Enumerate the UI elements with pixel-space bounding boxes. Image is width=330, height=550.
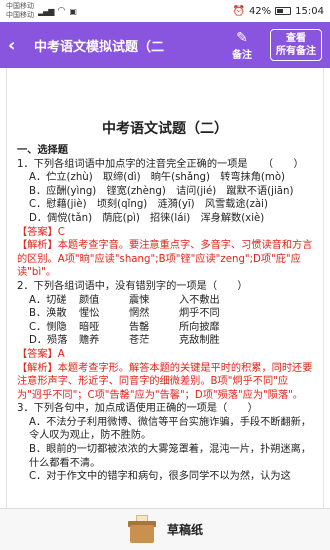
wifi-icon: ◠ [57, 6, 66, 16]
q2-a-word-4: 入不敷出 [179, 294, 220, 306]
status-bar: 中国移动 中国移动 ▂▄▆ ◠ ▣ ⏰ 42% 15:04 [0, 0, 330, 22]
signal-icon: ▂▄▆ [38, 6, 55, 16]
carrier-1: 中国移动 [6, 2, 34, 10]
q2-analysis: 【解析】本题考查字形。解答本题的关键是平时的积累，同时还要注意形声字、形近字、同… [17, 362, 313, 401]
q2-c-word-1: C．恻隐 [29, 321, 67, 333]
q1-option-a: A．伫立(zhù) 取缔(dì) 晌午(shǎng) 转弯抹角(mò) [29, 172, 286, 184]
q2-answer: 【答案】A [17, 348, 65, 360]
q3-option-a: A．不法分子利用微博、微信等平台实施诈骗，手段不断翻新，令人叹为观止，防不胜防。 [29, 416, 312, 442]
view-all-notes-button[interactable]: 查看 所有备注 [270, 29, 322, 61]
alarm-icon: ⏰ [232, 5, 245, 17]
q2-b-word-3: 惘然 [129, 308, 150, 320]
document-title: 中考语文试题（二） [102, 120, 228, 136]
q2-d-word-3: 苍茫 [129, 335, 150, 347]
notification-icon: ▣ [69, 6, 77, 16]
status-right: ⏰ 42% 15:04 [232, 6, 324, 17]
clock: 15:04 [295, 5, 324, 17]
view-all-line1: 查看 [286, 33, 306, 44]
q2-option-a: A．切磋 颜值 震悚 入不敷出 [17, 294, 313, 308]
q3-option-c: C．对于作文中的错字和病句，很多同学不以为然，认为这 [29, 471, 291, 483]
q2-d-word-1: D．殒落 [29, 335, 68, 347]
q1-option-c: C．慰藉(jiè) 顷刻(qǐng) 涟漪(yī) 风雪载途(zài) [29, 199, 268, 211]
q2-option-b: B．涣散 惺忪 惘然 炯乎不同 [17, 307, 313, 321]
page-title: 中考语文模拟试题（二 [34, 38, 165, 54]
q2-c-word-4: 所向披靡 [179, 321, 220, 333]
q3-option-b: B．眼前的一切都被浓浓的大雾笼罩着，混沌一片，扑朔迷离，什么都看不清。 [29, 444, 312, 469]
q2-a-word-2: 颜值 [79, 294, 100, 306]
app-bar: ‹ 中考语文模拟试题（二 ✎ 备注 查看 所有备注 [0, 22, 330, 68]
note-button[interactable]: ✎ 备注 [222, 30, 262, 61]
pencil-note-icon: ✎ [236, 29, 248, 46]
q1-analysis: 【解析】本题考查字音。要注意重点字、多音字、习惯读音和方言的区别。A项"晌"应读… [17, 240, 313, 279]
back-arrow-icon[interactable]: ‹ [8, 35, 30, 56]
question-1-stem: 1．下列各组词语中加点字的注音完全正确的一项是 （ ） [17, 158, 304, 170]
battery-percent: 42% [248, 5, 272, 17]
q2-c-word-2: 暗哑 [79, 321, 100, 333]
view-all-line2: 所有备注 [276, 46, 316, 57]
q1-answer: 【答案】C [17, 226, 65, 238]
section-heading: 一、选择题 [17, 145, 68, 156]
q2-option-c: C．恻隐 暗哑 告罄 所向披靡 [17, 321, 313, 335]
draft-paper-label: 草稿纸 [166, 523, 203, 537]
q2-option-d: D．殒落 赡养 苍茫 克敌制胜 [17, 334, 313, 348]
status-left: 中国移动 中国移动 ▂▄▆ ◠ ▣ [6, 2, 77, 20]
q2-d-word-2: 赡养 [79, 335, 100, 347]
q2-a-word-1: A．切磋 [29, 294, 67, 306]
q2-a-word-3: 震悚 [129, 294, 150, 306]
q1-option-b: B．应酬(yìng) 铿宽(zhèng) 诘问(jié) 蹴默不语(jiān) [29, 185, 294, 197]
q2-c-word-3: 告罄 [129, 321, 150, 333]
document-viewer[interactable]: 中考语文试题（二） 一、选择题 1．下列各组词语中加点字的注音完全正确的一项是 … [0, 68, 330, 508]
carrier-2: 中国移动 [6, 11, 34, 19]
q1-option-d: D．倜傥(tǎn) 荫庇(pì) 招徕(lái) 浑身解数(xiè) [29, 212, 265, 224]
document-page: 中考语文试题（二） 一、选择题 1．下列各组词语中加点字的注音完全正确的一项是 … [6, 68, 324, 508]
battery-icon [275, 7, 292, 15]
draft-box-icon [127, 514, 157, 545]
question-3-stem: 3．下列各句中，加点成语使用正确的一项是（ ） [17, 403, 258, 415]
q2-b-word-1: B．涣散 [29, 308, 67, 320]
q2-b-word-4: 炯乎不同 [179, 308, 220, 320]
carrier-labels: 中国移动 中国移动 [6, 2, 34, 20]
note-button-label: 备注 [232, 49, 252, 61]
q2-d-word-4: 克敌制胜 [179, 335, 220, 347]
draft-paper-bar[interactable]: 草稿纸 [0, 508, 330, 550]
question-2-stem: 2．下列各组词语中，没有错别字的一项是（ ） [17, 280, 248, 292]
q2-b-word-2: 惺忪 [79, 308, 100, 320]
